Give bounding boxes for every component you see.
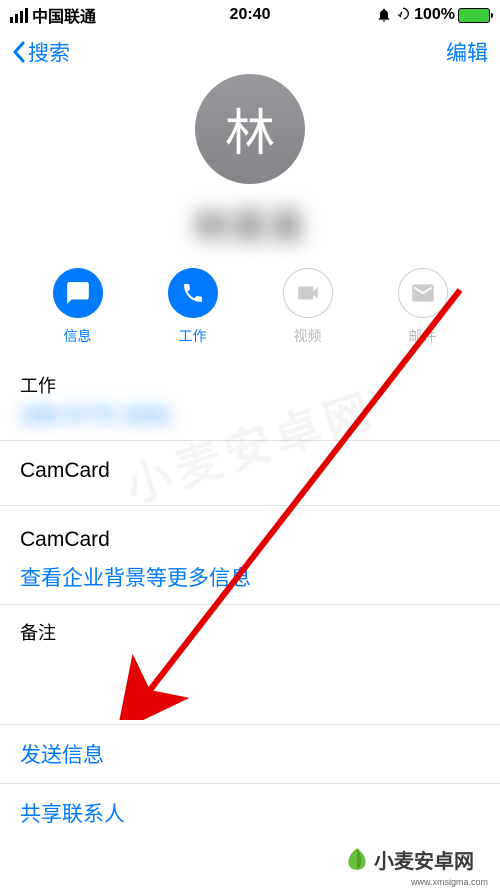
leaf-icon [344,846,370,872]
camcard-label-1: CamCard [20,459,480,483]
message-icon [65,280,91,306]
avatar[interactable]: 林 [195,74,305,184]
mail-icon [410,280,436,306]
send-message-row[interactable]: 发送信息 [0,725,500,784]
notes-label: 备注 [20,623,56,643]
call-action[interactable]: 工作 [153,268,233,346]
edit-button[interactable]: 编辑 [446,37,488,67]
call-label: 工作 [179,326,207,346]
video-label: 视频 [294,326,322,346]
work-phone-value: 188 0775 3281 [20,404,480,428]
work-phone-row[interactable]: 工作 188 0775 3281 [0,360,500,441]
status-right: 100% [376,6,490,24]
video-action: 视频 [268,268,348,346]
watermark-corner: 小麦安卓网 www.xmsigma.com [344,829,494,889]
phone-icon [181,281,205,305]
carrier-label: 中国联通 [32,3,96,27]
camcard-row-2[interactable]: CamCard 查看企业背景等更多信息 [0,506,500,605]
watermark-text: 小麦安卓网 [374,845,474,874]
battery-percent: 100% [414,6,455,24]
mail-action: 邮件 [383,268,463,346]
chevron-left-icon [12,41,26,63]
status-bar: 中国联通 20:40 100% [0,0,500,30]
status-left: 中国联通 [10,3,96,27]
back-label: 搜索 [28,37,70,67]
alarm-icon [376,7,392,23]
message-action[interactable]: 信息 [38,268,118,346]
action-row: 信息 工作 视频 邮件 [0,250,500,360]
mail-label: 邮件 [409,326,437,346]
notes-row[interactable]: 备注 [0,605,500,725]
signal-icon [10,8,28,23]
camcard-row-1[interactable]: CamCard [0,441,500,506]
message-label: 信息 [64,326,92,346]
avatar-letter: 林 [225,93,275,165]
lock-icon [395,7,411,23]
company-info-link[interactable]: 查看企业背景等更多信息 [20,562,480,592]
nav-bar: 搜索 编辑 [0,30,500,74]
back-button[interactable]: 搜索 [12,37,70,67]
contact-name: 林某某 [0,198,500,250]
camcard-label-2: CamCard [20,528,480,552]
status-time: 20:40 [230,6,271,24]
battery-icon [458,8,490,23]
video-icon [295,280,321,306]
watermark-url: www.xmsigma.com [411,877,488,887]
work-label: 工作 [20,372,480,398]
